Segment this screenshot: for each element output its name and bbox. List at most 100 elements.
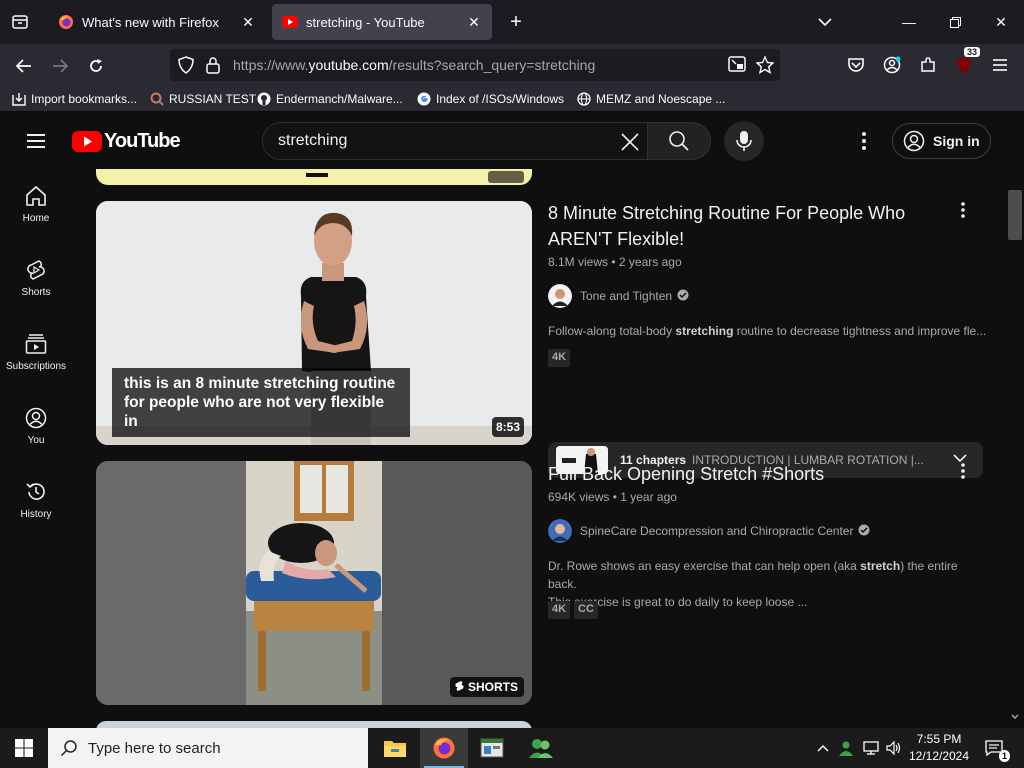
sidebar-item-subscriptions[interactable]: Subscriptions — [0, 317, 72, 391]
sidebar-item-shorts[interactable]: Shorts — [0, 243, 72, 317]
minimize-icon[interactable]: — — [886, 0, 932, 44]
action-center-icon[interactable]: 1 — [980, 728, 1010, 768]
tab-title: stretching - YouTube — [306, 14, 425, 30]
browser-tab-bar: What's new with Firefox ✕ stretching - Y… — [0, 0, 1024, 44]
verified-icon — [858, 524, 870, 539]
clock-date: 12/12/2024 — [908, 749, 970, 763]
sidebar-item-you[interactable]: You — [0, 391, 72, 465]
close-window-icon[interactable]: ✕ — [978, 0, 1024, 44]
search-button[interactable] — [647, 122, 711, 160]
short-thumbnail[interactable]: SHORTS — [96, 461, 532, 705]
duration-badge: 8:53 — [491, 417, 524, 437]
logo-text: YouTube — [104, 130, 181, 152]
reload-icon[interactable] — [82, 52, 110, 80]
quality-badge-4k: 4K — [548, 349, 571, 367]
video-description: Dr. Rowe shows an easy exercise that can… — [548, 559, 958, 609]
bookmark-russian-test[interactable]: RUSSIAN TEST — [150, 90, 256, 108]
channel-link[interactable]: Tone and Tighten — [548, 284, 689, 308]
search-box — [262, 122, 648, 160]
previous-result-thumbnail[interactable] — [96, 169, 532, 185]
mini-guide: Home Shorts Subscriptions You History — [0, 169, 72, 728]
people-tray-icon[interactable] — [836, 728, 856, 768]
bookmark-isos[interactable]: Index of /ISOs/Windows — [417, 90, 564, 108]
taskbar-search[interactable]: Type here to search — [48, 728, 368, 768]
video-action-menu-icon[interactable] — [951, 459, 975, 483]
bookmark-memz[interactable]: MEMZ and Noescape ... — [577, 90, 725, 108]
show-hidden-icons-icon[interactable] — [814, 728, 832, 768]
network-icon[interactable] — [860, 728, 882, 768]
video-title[interactable]: 8 Minute Stretching Routine For People W… — [548, 200, 948, 252]
tracking-protection-icon[interactable] — [178, 56, 194, 79]
firefox-view-icon[interactable] — [8, 10, 32, 34]
shorts-badge: SHORTS — [449, 677, 524, 697]
verified-icon — [677, 289, 689, 304]
sidebar-item-history[interactable]: History — [0, 465, 72, 539]
history-icon — [26, 483, 45, 500]
list-all-tabs-icon[interactable] — [814, 12, 836, 32]
tab-youtube[interactable]: stretching - YouTube ✕ — [272, 4, 492, 40]
start-button[interactable] — [0, 728, 48, 768]
close-tab-icon[interactable]: ✕ — [240, 14, 256, 30]
video-description: Follow-along total-body stretching routi… — [548, 324, 987, 338]
quality-badge-4k: 4K — [548, 601, 571, 619]
forward-icon[interactable] — [46, 52, 74, 80]
guide-menu-icon[interactable] — [24, 129, 48, 153]
screen: What's new with Firefox ✕ stretching - Y… — [0, 0, 1024, 768]
video-thumbnail[interactable]: this is an 8 minute stretching routine f… — [96, 201, 532, 445]
video-title[interactable]: Full Back Opening Stretch #Shorts — [548, 461, 948, 487]
windows-logo-icon — [15, 739, 33, 757]
firefox-taskbar-button[interactable] — [420, 728, 468, 768]
firefox-icon — [433, 737, 455, 759]
address-bar[interactable]: https://www.youtube.com/results?search_q… — [170, 49, 780, 81]
subscriptions-icon — [25, 334, 47, 354]
clear-search-icon[interactable] — [619, 131, 641, 153]
bookmark-endermanch[interactable]: Endermanch/Malware... — [257, 90, 403, 108]
lock-icon[interactable] — [206, 56, 220, 79]
youtube-logo[interactable]: YouTube — [72, 130, 181, 153]
pocket-icon[interactable] — [844, 53, 868, 77]
bookmark-import[interactable]: Import bookmarks... — [12, 90, 137, 108]
people-icon — [529, 739, 553, 758]
extension-badge: 33 — [963, 47, 980, 57]
page-scrollbar[interactable] — [1006, 113, 1024, 728]
taskbar-clock[interactable]: 7:55 PM 12/12/2024 — [908, 731, 970, 765]
shorts-icon — [455, 681, 464, 691]
picture-in-picture-icon[interactable] — [728, 56, 746, 77]
import-icon — [12, 92, 26, 106]
extensions-icon[interactable] — [916, 53, 940, 77]
file-explorer-taskbar-button[interactable] — [371, 728, 419, 768]
search-results: this is an 8 minute stretching routine f… — [96, 169, 1006, 728]
tab-whats-new[interactable]: What's new with Firefox ✕ — [48, 4, 266, 40]
search-icon — [669, 131, 689, 151]
video-action-menu-icon[interactable] — [951, 198, 975, 222]
channel-link[interactable]: SpineCare Decompression and Chiropractic… — [548, 519, 870, 543]
bookmark-star-icon[interactable] — [755, 55, 775, 79]
scroll-down-arrow-icon[interactable] — [1011, 714, 1019, 720]
clock-time: 7:55 PM — [916, 732, 962, 746]
people-app-taskbar-button[interactable] — [517, 728, 565, 768]
url-text[interactable]: https://www.youtube.com/results?search_q… — [233, 57, 595, 73]
menu-icon[interactable] — [988, 53, 1012, 77]
search-input[interactable] — [278, 131, 608, 151]
youtube-page: YouTube Sign in — [0, 113, 1024, 728]
sign-in-button[interactable]: Sign in — [892, 123, 991, 159]
app-taskbar-button[interactable] — [468, 728, 516, 768]
voice-search-button[interactable] — [724, 121, 764, 161]
back-icon[interactable] — [10, 52, 38, 80]
bookmarks-toolbar: Import bookmarks... RUSSIAN TEST Enderma… — [0, 86, 1024, 112]
restore-icon[interactable] — [932, 0, 978, 44]
account-icon[interactable] — [880, 53, 904, 77]
ublock-extension-icon[interactable]: 33 — [952, 47, 980, 77]
shorts-icon — [27, 260, 45, 280]
next-result-thumbnail[interactable] — [96, 721, 532, 728]
sidebar-item-home[interactable]: Home — [0, 169, 72, 243]
microphone-icon — [736, 131, 752, 151]
avatar — [548, 519, 572, 543]
window-app-icon — [480, 738, 504, 758]
scrollbar-thumb[interactable] — [1008, 190, 1022, 240]
volume-icon[interactable] — [884, 728, 904, 768]
close-tab-icon[interactable]: ✕ — [466, 14, 482, 30]
settings-kebab-icon[interactable] — [852, 129, 876, 153]
new-tab-icon[interactable]: + — [504, 10, 528, 34]
google-icon — [417, 92, 431, 106]
